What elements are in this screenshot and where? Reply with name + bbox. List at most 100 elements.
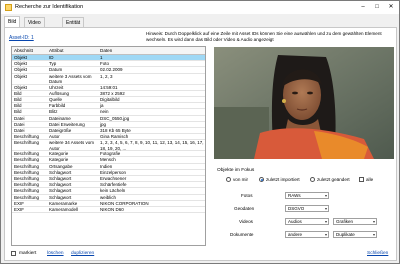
table-cell: 3872 x 2592 [100, 90, 125, 96]
column-header[interactable]: Abschnitt [14, 48, 33, 53]
radio-zuletzt-importiert[interactable]: zuletzt importiert [259, 177, 300, 182]
checkbox-label: alle [366, 177, 374, 182]
table-cell: Datei Erweiterung [49, 121, 85, 127]
tab-bild[interactable]: Bild [4, 16, 21, 27]
raws-select[interactable]: RAWs ▾ [285, 192, 329, 199]
checkbox-label: markiert [19, 251, 37, 256]
table-cell: Objekt [14, 55, 28, 60]
markiert-checkbox[interactable]: markiert [11, 251, 36, 256]
table-cell: Schlagwort [49, 194, 72, 200]
tab-video-audio[interactable]: Video & Audio [24, 17, 45, 46]
table-cell: ja [100, 103, 104, 109]
attribute-table[interactable]: Abschnitt Attribut Daten Objekt ID 1 Objekt… [11, 46, 206, 246]
table-cell: Digitalbild [100, 96, 120, 102]
table-cell: 1, 2, 3, 4, 5, 6, 7, 8, 9, 10, 11, 12, 1… [100, 140, 204, 151]
radio-label: zuletzt importiert [266, 177, 300, 182]
asset-id-link[interactable]: Asset-ID: 1 [9, 35, 34, 41]
checkbox[interactable] [359, 177, 364, 182]
duplikate-select[interactable]: Duplikate ▾ [333, 231, 377, 238]
table-cell: Beschriftung [14, 194, 40, 200]
table-cell: Objekt [14, 61, 28, 67]
table-cell: Auflösung [49, 90, 70, 96]
table-cell: Beschriftung [14, 182, 40, 188]
table-cell: Datum [49, 67, 63, 73]
chevron-down-icon: ▾ [324, 219, 327, 224]
radio-button[interactable] [259, 177, 264, 182]
close-icon[interactable]: ✕ [384, 1, 398, 14]
table-cell: Erwachsener [100, 176, 127, 181]
table-cell: Objekt [14, 73, 28, 79]
asset-photo [214, 47, 394, 159]
table-cell: Bild [14, 109, 22, 115]
table-cell: Bild [14, 103, 22, 109]
table-cell: nein [100, 109, 109, 115]
maximize-icon[interactable]: □ [370, 1, 384, 14]
app-icon [5, 4, 12, 11]
select-value: Duplikate [336, 232, 355, 237]
schliessen-link[interactable]: Schließen [367, 251, 388, 256]
select-value: DSGVO [288, 206, 305, 211]
table-cell: Quelle [49, 96, 63, 102]
table-cell: Beschriftung [14, 188, 40, 194]
andere-select[interactable]: andere ▾ [285, 231, 329, 238]
table-cell: Datei [14, 115, 25, 121]
table-cell: Gina Ramisch [100, 134, 129, 140]
table-cell: Beschriftung [14, 176, 40, 181]
radio-label: zuletzt geändert [317, 177, 350, 182]
table-cell: Schlagwort [49, 182, 72, 188]
checkbox[interactable] [11, 251, 16, 256]
table-cell: Beschriftung [14, 134, 40, 140]
videos-label: Videos [239, 219, 253, 224]
table-cell: Objekt [14, 67, 28, 73]
table-cell: Blitz [49, 109, 58, 115]
table-cell: Fotografie [100, 151, 121, 157]
minimize-icon[interactable]: – [356, 1, 370, 14]
audios-select[interactable]: Audios ▾ [285, 218, 329, 225]
column-header[interactable]: Daten [100, 48, 112, 53]
table-cell: Bild [14, 90, 22, 96]
radio-von-mir[interactable]: von mir [226, 177, 248, 182]
title-bar: Recherche zur Identifikation – □ ✕ [1, 1, 399, 14]
radio-label: von mir [233, 177, 249, 182]
table-cell: Schlagwort [49, 176, 72, 181]
portrait-image [214, 47, 394, 159]
dialog-window: Recherche zur Identifikation – □ ✕ Bild … [0, 0, 400, 264]
duplizieren-link[interactable]: duplizieren [71, 251, 94, 256]
table-row[interactable]: EXIF Kameramodell NIKON D60 [12, 206, 205, 214]
loeschen-link[interactable]: löschen [47, 251, 64, 256]
table-cell: Beschriftung [14, 169, 40, 175]
table-cell: Bild [14, 96, 22, 102]
table-cell: Schlagwort [49, 188, 72, 194]
table-row[interactable]: Beschriftung weitere 34 Assets vom Autor 1… [12, 140, 205, 152]
table-cell: Dateiname [49, 115, 71, 121]
focus-section-title: Objekte im Fokus [217, 168, 255, 173]
table-cell: Beschriftung [14, 151, 40, 157]
tab-entitaet[interactable]: Entität [62, 17, 85, 27]
table-cell: DSC_0550.jpg [100, 115, 130, 121]
table-cell: Typ [49, 61, 57, 67]
chevron-down-icon: ▾ [372, 232, 375, 237]
table-cell: 1, 2, 3 [100, 73, 113, 79]
chevron-down-icon: ▾ [324, 193, 327, 198]
table-cell: Datei [14, 121, 25, 127]
column-header[interactable]: Attribut [49, 48, 64, 53]
dsgvo-select[interactable]: DSGVO ▾ [285, 205, 329, 212]
radio-button[interactable] [310, 177, 315, 182]
table-cell: EXIF [14, 206, 25, 212]
radio-zuletzt-geaendert[interactable]: zuletzt geändert [310, 177, 350, 182]
table-cell: 1 [100, 55, 103, 60]
table-cell: Datei [14, 127, 25, 133]
grafiken-select[interactable]: Grafiken ▾ [333, 218, 377, 225]
geodaten-label: Geodaten [234, 206, 255, 211]
table-cell: 318 Kb 65 Byte [100, 127, 131, 133]
table-cell: kein Lächeln [100, 188, 126, 194]
select-value: Audios [288, 219, 302, 224]
radio-button[interactable] [226, 177, 231, 182]
select-value: Grafiken [336, 219, 354, 224]
table-cell: 14:59:01 [100, 84, 118, 90]
alle-checkbox[interactable]: alle [359, 177, 373, 182]
table-cell: Schärfentiefe [100, 182, 127, 188]
table-cell: Kameramodell [49, 206, 79, 212]
table-row[interactable]: Objekt weitere 3 Assets vom Datum 1, 2, 3 [12, 73, 205, 85]
table-cell: Dateigröße [49, 127, 72, 133]
